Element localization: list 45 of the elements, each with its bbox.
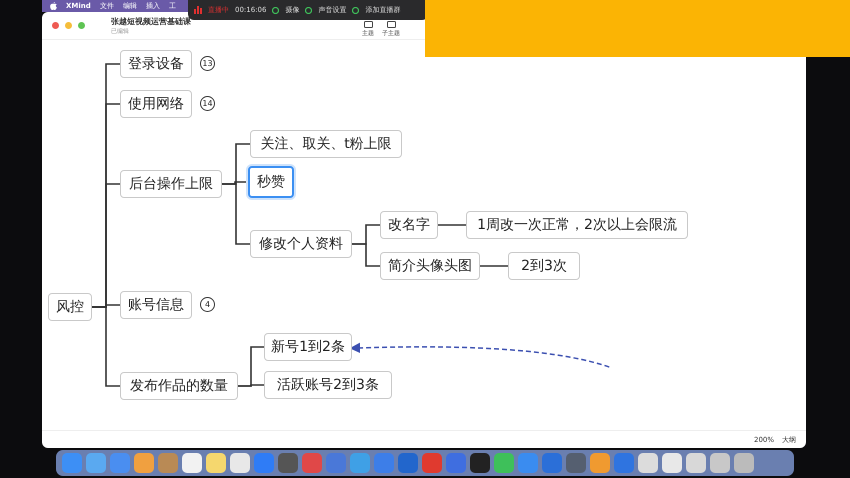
live-bars-icon — [194, 6, 202, 14]
topic-node[interactable]: 关注、取关、t粉上限 — [250, 130, 402, 158]
topic-node[interactable]: 简介头像头图 — [380, 252, 480, 280]
apple-icon[interactable] — [50, 2, 57, 10]
topic-node[interactable]: 1周改一次正常，2次以上会限流 — [466, 211, 688, 239]
branch-line — [438, 224, 466, 226]
collapsed-count-badge[interactable]: 4 — [200, 297, 215, 312]
app-icon[interactable] — [278, 453, 298, 473]
topic-node[interactable]: 账号信息 — [120, 291, 192, 319]
topic-node[interactable]: 修改个人资料 — [250, 230, 352, 258]
topic-node[interactable]: 登录设备 — [120, 50, 192, 78]
branch-line — [352, 243, 380, 267]
collapsed-count-badge[interactable]: 14 — [200, 96, 215, 111]
branch-line — [480, 265, 508, 267]
collapsed-count-badge[interactable]: 13 — [200, 56, 215, 71]
topic-node[interactable]: 秒赞 — [248, 166, 294, 198]
app-icon[interactable] — [662, 453, 682, 473]
topic-node[interactable]: 发布作品的数量 — [120, 372, 238, 400]
app-icon[interactable] — [230, 453, 250, 473]
app-icon[interactable] — [638, 453, 658, 473]
zoom-button[interactable] — [78, 22, 85, 29]
toolbar-icon[interactable] — [305, 6, 312, 14]
minimize-button[interactable] — [65, 22, 72, 29]
app-icon[interactable] — [182, 453, 202, 473]
topic-node[interactable]: 改名字 — [380, 211, 438, 239]
topic-node[interactable]: 2到3次 — [508, 252, 580, 280]
close-button[interactable] — [52, 22, 59, 29]
app-icon[interactable] — [710, 453, 730, 473]
app-icon[interactable] — [590, 453, 610, 473]
toolbar-icon[interactable] — [352, 6, 360, 14]
toolbar-icon[interactable] — [272, 6, 280, 14]
app-icon[interactable] — [686, 453, 706, 473]
topic-node[interactable]: 活跃账号2到3条 — [264, 371, 392, 399]
app-icon[interactable] — [734, 453, 754, 473]
dashed-arrow[interactable] — [350, 342, 612, 369]
topic-node[interactable]: 风控 — [48, 293, 92, 321]
app-icon[interactable] — [206, 453, 226, 473]
topic-icon — [364, 21, 372, 28]
topic-icon — [386, 21, 396, 28]
window-title: 张越短视频运营基础课 — [111, 16, 191, 26]
topic-node[interactable]: 后台操作上限 — [120, 170, 222, 198]
topic-node[interactable]: 使用网络 — [120, 90, 192, 118]
app-icon[interactable] — [470, 453, 490, 473]
app-icon[interactable] — [134, 453, 154, 473]
topic-node[interactable]: 新号1到2条 — [264, 333, 352, 361]
